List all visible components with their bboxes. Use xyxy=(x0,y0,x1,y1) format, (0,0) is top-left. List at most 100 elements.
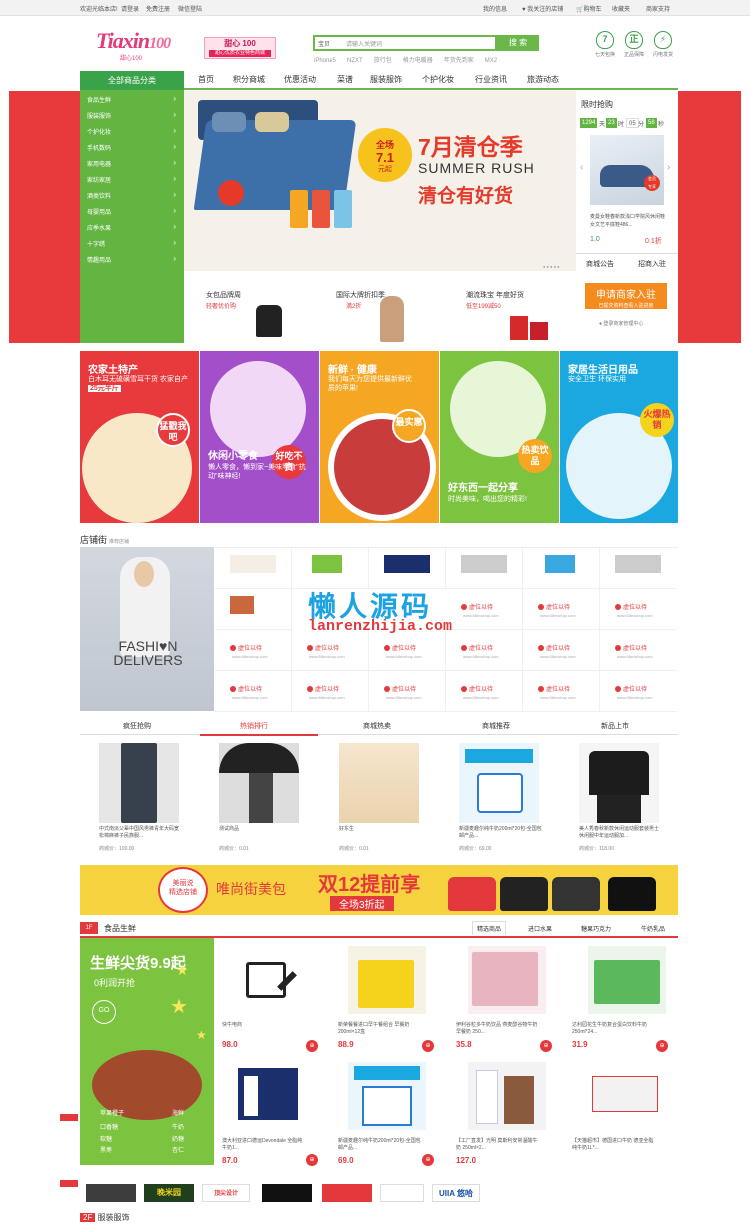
tile-drinks[interactable]: 热卖饮品 好东西一起分享 时尚美味，喝出您的精彩! xyxy=(440,351,559,523)
floor-tab-featured[interactable]: 精选商品 xyxy=(472,921,507,935)
hot-word[interactable]: MX2 xyxy=(485,58,497,64)
tile-specialty[interactable]: 农家土特产 白木耳无硫磺雪耳干货 农家自产 25元半斤 猛戳我吧 xyxy=(80,351,199,523)
vacant-slot[interactable]: 虚位以待 www.68ecshop.com xyxy=(600,671,677,712)
cart-icon[interactable]: ⊕ xyxy=(306,1154,318,1166)
sub-promo-title[interactable]: 女包品牌周 xyxy=(206,290,241,300)
product-name[interactable]: 快牛电商 xyxy=(222,1022,306,1029)
hot-word[interactable]: 旅行包 xyxy=(374,58,392,64)
nav-item-recipes[interactable]: 菜谱 xyxy=(337,74,353,85)
nav-item-home[interactable]: 首页 xyxy=(198,74,214,85)
product-image[interactable] xyxy=(588,946,666,1014)
hot-word[interactable]: iPhone5 xyxy=(314,58,336,64)
search-button[interactable]: 搜 索 xyxy=(497,35,539,51)
keyword-link[interactable]: 奶糖 xyxy=(172,1134,184,1143)
brand-logo[interactable]: UIIA 悠哈 xyxy=(432,1184,480,1202)
merchant-login-link[interactable]: ● 登录商家管理中心 xyxy=(599,320,643,327)
cart-icon[interactable]: ⊕ xyxy=(422,1154,434,1166)
cart-link[interactable]: 🛒购物车 xyxy=(576,4,602,13)
tab-flash-buy[interactable]: 疯狂抢购 xyxy=(123,721,151,731)
vacant-slot[interactable]: 虚位以待 www.68ecshop.com xyxy=(215,671,292,712)
shop-logo[interactable] xyxy=(600,548,677,589)
tab-hot-sale[interactable]: 商城热卖 xyxy=(363,721,391,731)
merchant-support-link[interactable]: 商家支持 xyxy=(646,4,670,13)
brand-logo[interactable]: 顶尖设计 xyxy=(202,1184,250,1202)
vacant-slot[interactable]: 虚位以待 www.68ecshop.com xyxy=(292,671,369,712)
hot-word[interactable]: 年货先到家 xyxy=(444,58,474,64)
sidebar-item-home[interactable]: 家纺家居 xyxy=(87,174,179,184)
vacant-slot[interactable]: 虚位以待 www.68ecshop.com xyxy=(215,630,292,671)
nav-item-clothing[interactable]: 服装服饰 xyxy=(370,74,402,85)
hot-word[interactable]: 格力电暖器 xyxy=(403,58,433,64)
brand-logo[interactable] xyxy=(86,1184,136,1202)
nav-item-deals[interactable]: 优惠活动 xyxy=(284,74,316,85)
sidebar-item-appliances[interactable]: 家用电器 xyxy=(87,158,179,168)
wechat-login-link[interactable]: 微信登陆 xyxy=(178,4,202,13)
floor-tab-candy[interactable]: 糖果巧克力 xyxy=(581,924,611,933)
product-name[interactable]: 新荣餐餐进口早午餐组合 早餐奶200ml×12盒 xyxy=(338,1022,422,1036)
nav-item-travel[interactable]: 旅游动态 xyxy=(527,74,559,85)
nav-item-news[interactable]: 行业资讯 xyxy=(475,74,507,85)
vacant-slot[interactable]: 虚位以待 www.68ecshop.com xyxy=(523,630,600,671)
product-name[interactable]: 新疆麦趣尔纯牛奶200ml*20包-全国包邮产品... xyxy=(459,826,543,840)
sidebar-item-fruit[interactable]: 应季水果 xyxy=(87,222,179,232)
vacant-slot[interactable]: 虚位以待 www.68ecshop.com xyxy=(600,589,677,630)
favorite-shop-link[interactable]: ♥ 我关注的店铺 xyxy=(522,4,563,13)
shop-logo[interactable] xyxy=(215,548,292,589)
flash-product-image[interactable]: 会员 专享 xyxy=(590,135,664,205)
tab-notice[interactable]: 商城公告 xyxy=(586,259,614,269)
product-name[interactable]: 【工厂直发】光明 莫斯利安常温酸牛奶 250ml×2... xyxy=(456,1138,540,1152)
merchant-join-button[interactable]: 申请商家入驻 已提交资料查看入驻进度 xyxy=(585,283,667,309)
product-image[interactable] xyxy=(99,743,179,823)
shop-logo[interactable] xyxy=(292,548,369,589)
sidebar-item-clothing[interactable]: 服装服饰 xyxy=(87,110,179,120)
brand-logo[interactable] xyxy=(380,1184,424,1202)
sidebar-item-food[interactable]: 食品生鲜 xyxy=(87,94,179,104)
tile-household[interactable]: 家居生活日用品 安全卫生 环保实用 火爆热销 xyxy=(560,351,678,523)
product-image[interactable] xyxy=(468,1062,546,1130)
nav-item-points[interactable]: 积分商城 xyxy=(233,74,265,85)
product-image[interactable] xyxy=(232,1062,310,1130)
tile-apples[interactable]: 新鲜 · 健康 我们每天为您提供最新鲜优质的苹果! 最实惠 xyxy=(320,351,439,523)
product-image[interactable] xyxy=(348,1062,426,1130)
vacant-slot[interactable]: 虚位以待 www.68ecshop.com xyxy=(446,671,523,712)
site-logo[interactable]: Tiaxin100 xyxy=(96,28,171,54)
keyword-link[interactable]: 口香糖 xyxy=(100,1122,118,1131)
product-image[interactable] xyxy=(232,950,310,1018)
favorites-link[interactable]: 收藏夹 xyxy=(612,4,630,13)
product-name[interactable]: 伊利谷粒多牛奶饮品 燕麦醇谷物牛奶早餐奶 250... xyxy=(456,1022,540,1036)
tile-snacks[interactable]: 好吃不贵 休闲小零食 懒人零食，懒到家~美味零食"抗动"味神经! xyxy=(200,351,319,523)
vacant-slot[interactable]: 虚位以待 www.68ecshop.com xyxy=(292,630,369,671)
tab-new-arrivals[interactable]: 新品上市 xyxy=(601,721,629,731)
product-image[interactable] xyxy=(579,743,659,823)
product-name[interactable]: 美人秀春秋新款休闲运动服套装男士休闲服中年运动服加... xyxy=(579,826,663,840)
shop-logo[interactable] xyxy=(523,548,600,589)
brand-logo[interactable]: 晚米园 xyxy=(144,1184,194,1202)
sidebar-item-adult[interactable]: 情趣用品 xyxy=(87,254,179,264)
product-image[interactable] xyxy=(459,743,539,823)
flash-product-desc[interactable]: 麦曼女鞋春新款浅口学院风休闲鞋女文艺平底鞋486... xyxy=(590,213,668,229)
shop-logo[interactable] xyxy=(446,548,523,589)
chevron-right-icon[interactable]: › xyxy=(667,162,670,173)
brand-logo[interactable] xyxy=(262,1184,312,1202)
sidebar-item-drinks[interactable]: 酒类饮料 xyxy=(87,190,179,200)
product-name[interactable]: 【天猫超市】德国进口牛奶 德亚全脂纯牛奶1L*... xyxy=(572,1138,656,1152)
sidebar-item-baby[interactable]: 母婴用品 xyxy=(87,206,179,216)
keyword-link[interactable]: 软糖 xyxy=(100,1134,112,1143)
brand-logo[interactable] xyxy=(322,1184,372,1202)
sidebar-item-cosmetics[interactable]: 个护化妆 xyxy=(87,126,179,136)
tab-recruit[interactable]: 招商入驻 xyxy=(638,259,666,269)
chevron-left-icon[interactable]: ‹ xyxy=(580,162,583,173)
cart-icon[interactable]: ⊕ xyxy=(656,1040,668,1052)
keyword-link[interactable]: 海鲜 xyxy=(172,1108,184,1117)
product-image[interactable] xyxy=(588,1062,666,1130)
vacant-slot[interactable]: 虚位以待 www.68ecshop.com xyxy=(523,671,600,712)
login-link[interactable]: 请登录 xyxy=(121,4,139,13)
food-floor-promo[interactable]: 生鲜尖货9.9起 0利润开抢 GO ★ ★ ★ 苹果橙子 海鲜 口香糖 牛奶 软… xyxy=(80,938,214,1143)
cart-icon[interactable]: ⊕ xyxy=(422,1040,434,1052)
search-input[interactable]: 请输入关键词 xyxy=(346,39,382,48)
cart-icon[interactable]: ⊕ xyxy=(540,1040,552,1052)
bags-ad-banner[interactable]: 美丽说 精选店铺 唯尚街美包 双12提前享 全场3折起 xyxy=(80,865,678,915)
side-float-marker[interactable] xyxy=(60,1180,78,1187)
nav-item-cosmetics[interactable]: 个护化妆 xyxy=(422,74,454,85)
vacant-slot[interactable]: 虚位以待 www.68ecshop.com xyxy=(369,671,446,712)
